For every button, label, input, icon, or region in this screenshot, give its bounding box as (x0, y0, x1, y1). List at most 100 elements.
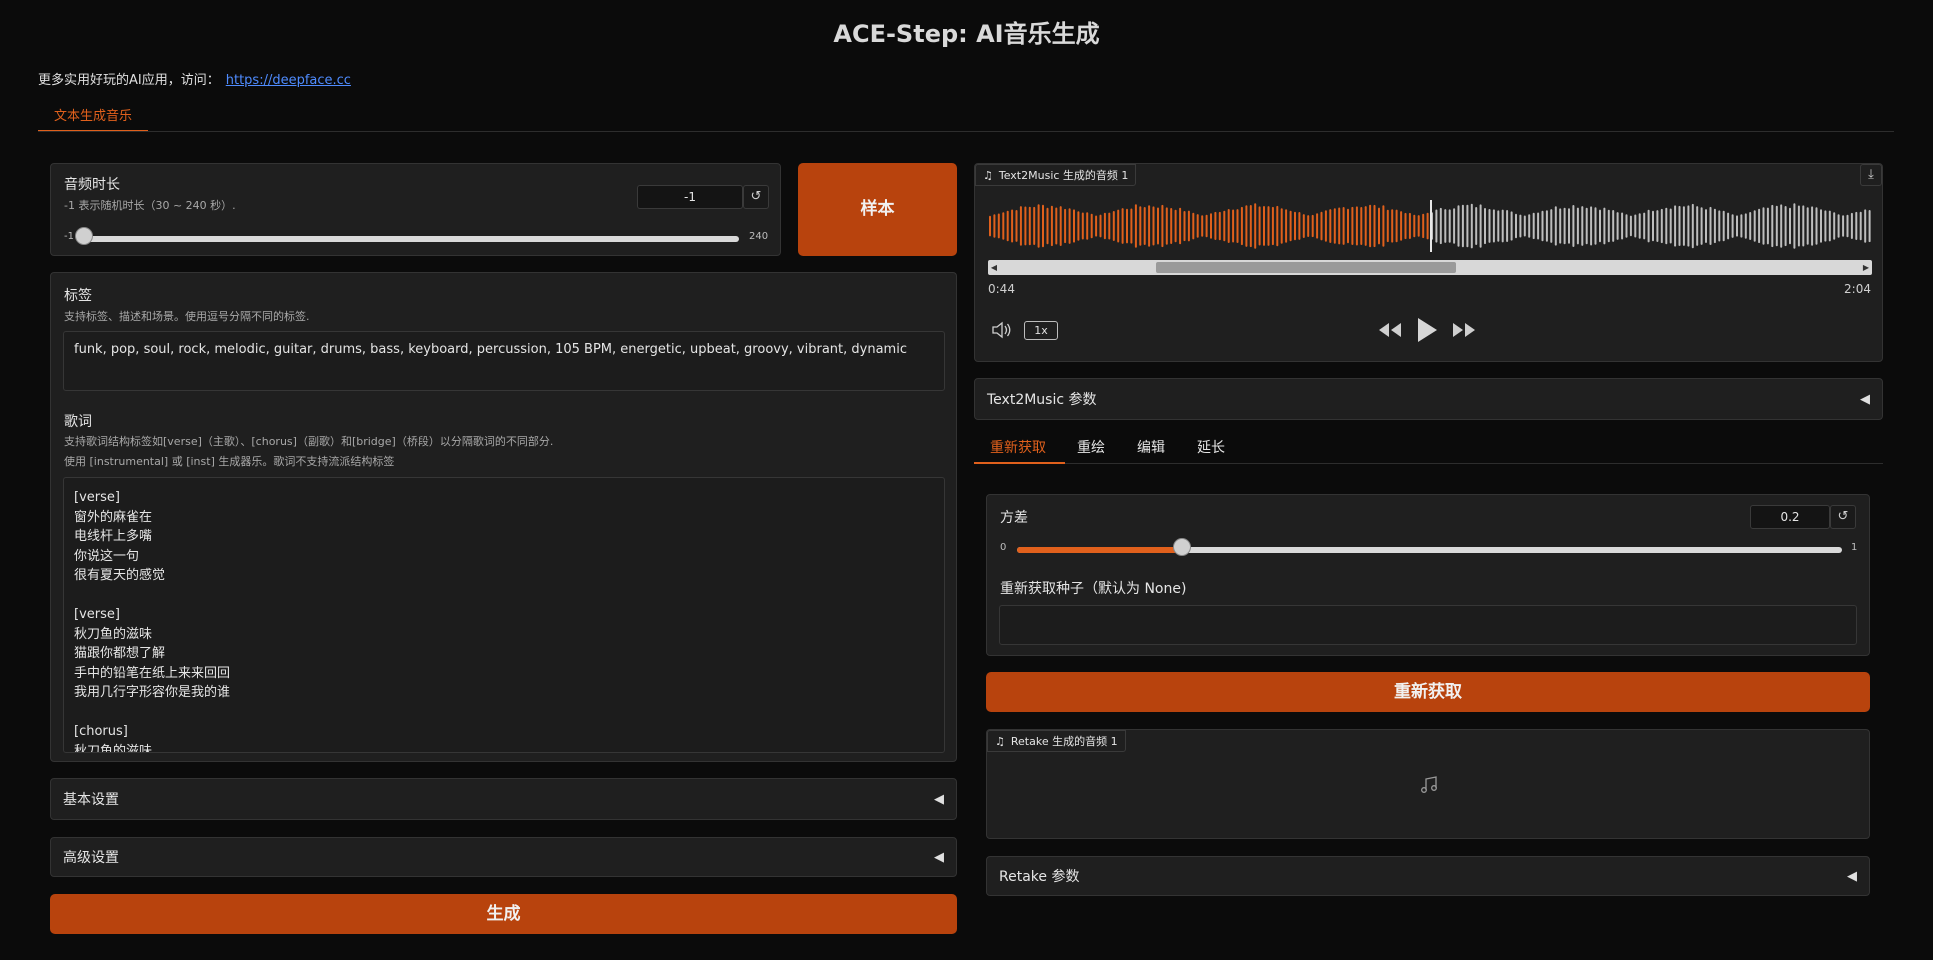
waveform-bar (1422, 213, 1425, 239)
waveform-bar (1656, 210, 1659, 242)
waveform-bar (1585, 207, 1588, 245)
waveform-bar (1170, 208, 1173, 244)
waveform-bar (1360, 207, 1363, 245)
waveform[interactable] (988, 200, 1872, 252)
seed-input[interactable] (999, 605, 1857, 645)
waveform-bar (997, 213, 1000, 239)
tags-input[interactable]: funk, pop, soul, rock, melodic, guitar, … (63, 331, 945, 391)
waveform-bar (1103, 212, 1106, 240)
lyrics-line: 我用几行字形容你是我的谁 (74, 685, 231, 700)
waveform-bar (1395, 209, 1398, 243)
waveform-bar (1320, 211, 1323, 241)
waveform-bar (1426, 212, 1429, 240)
variance-input[interactable]: 0.2 (1750, 505, 1830, 529)
duration-reset-icon[interactable]: ↺ (743, 185, 769, 209)
waveform-bar (1307, 215, 1310, 237)
tab-text2music[interactable]: 文本生成音乐 (38, 104, 149, 132)
download-icon[interactable]: ⤓ (1860, 164, 1882, 186)
waveform-bar (1718, 210, 1721, 242)
waveform-bar (1373, 204, 1376, 248)
waveform-bar (1607, 209, 1610, 243)
waveform-bar (1802, 205, 1805, 247)
waveform-bar (1855, 211, 1858, 240)
waveform-bar (1240, 206, 1243, 246)
duration-slider-thumb[interactable] (75, 227, 93, 245)
variance-reset-icon[interactable]: ↺ (1830, 505, 1856, 529)
scroll-left-icon[interactable]: ◀ (988, 260, 1000, 275)
tags-label: 标签 (64, 288, 92, 304)
waveform-bar (1749, 212, 1752, 240)
waveform-bar (1046, 207, 1049, 245)
waveform-bar (1143, 207, 1146, 245)
duration-input[interactable]: -1 (637, 185, 743, 209)
waveform-bar (1846, 214, 1849, 238)
lyrics-hint-1: 支持歌词结构标签如[verse]（主歌）、[chorus]（副歌）和[bridg… (64, 435, 554, 448)
waveform-bar (1515, 213, 1517, 239)
duration-slider-track[interactable] (84, 236, 739, 242)
waveform-bar (1165, 207, 1168, 245)
scroll-right-icon[interactable]: ▶ (1860, 260, 1872, 275)
waveform-bar (1254, 203, 1257, 249)
volume-icon[interactable] (991, 321, 1013, 339)
waveform-bar (1280, 208, 1283, 244)
play-icon[interactable] (1416, 317, 1438, 343)
lyrics-line (74, 703, 934, 723)
rewind-icon[interactable] (1378, 322, 1402, 338)
waveform-bar (1722, 210, 1725, 242)
waveform-bar (1789, 207, 1791, 245)
waveform-bar (1121, 208, 1124, 244)
waveform-bar (1139, 206, 1142, 246)
waveform-bar (1647, 209, 1650, 243)
seed-label: 重新获取种子（默认为 None) (1000, 581, 1187, 597)
waveform-bar (1042, 204, 1044, 248)
retake-button[interactable]: 重新获取 (986, 672, 1870, 712)
tab-edit[interactable]: 编辑 (1137, 437, 1165, 457)
waveform-bar (1537, 212, 1540, 240)
waveform-bar (1236, 209, 1239, 243)
text2music-params-accordion[interactable]: Text2Music 参数 ◀ (974, 378, 1883, 420)
lyrics-input[interactable]: [verse] 窗外的麻雀在 电线杆上多嘴 你说这一句 很有夏天的感觉 [verse] 秋刀… (63, 477, 945, 753)
tab-repaint[interactable]: 重绘 (1077, 437, 1105, 457)
text2music-params-label: Text2Music 参数 (987, 392, 1097, 408)
promo-link[interactable]: https://deepface.cc (226, 73, 351, 88)
forward-icon[interactable] (1452, 322, 1476, 338)
waveform-bar (1298, 212, 1301, 240)
waveform-bar (1386, 209, 1389, 243)
playhead-cursor[interactable] (1430, 200, 1432, 252)
scroll-thumb[interactable] (1156, 262, 1456, 273)
waveform-bar (1095, 215, 1098, 237)
playback-speed-button[interactable]: 1x (1024, 321, 1058, 340)
collapse-triangle-icon: ◀ (1860, 391, 1870, 407)
waveform-bar (1276, 205, 1279, 247)
sample-button[interactable]: 样本 (798, 163, 957, 256)
advanced-settings-accordion[interactable]: 高级设置 ◀ (50, 837, 957, 877)
waveform-bar (1148, 205, 1151, 247)
waveform-bar (1811, 206, 1814, 246)
waveform-bar (1227, 209, 1230, 243)
duration-panel: 音频时长 -1 表示随机时长（30 ~ 240 秒）. -1 ↺ -1 240 (50, 163, 781, 256)
tab-extend[interactable]: 延长 (1197, 437, 1225, 457)
lyrics-hint-2: 使用 [instrumental] 或 [inst] 生成器乐。歌词不支持流派结… (64, 455, 395, 468)
waveform-bar (1753, 210, 1756, 242)
retake-audio-chip-label: Retake 生成的音频 1 (1010, 735, 1118, 748)
waveform-scrollbar[interactable]: ◀ ▶ (988, 260, 1872, 275)
waveform-bar (1612, 210, 1615, 242)
waveform-bar (1568, 208, 1570, 244)
tab-retake[interactable]: 重新获取 (990, 437, 1046, 457)
tags-lyrics-panel: 标签 支持标签、描述和场景。使用逗号分隔不同的标签. funk, pop, so… (50, 272, 957, 762)
waveform-bar (1638, 213, 1641, 239)
waveform-bar (1713, 208, 1716, 244)
waveform-bar (1019, 206, 1022, 246)
audio-chip: ♫ Text2Music 生成的音频 1 (975, 164, 1137, 186)
promo-line: 更多实用好玩的AI应用，访问： https://deepface.cc (38, 69, 351, 88)
waveform-bar (1073, 209, 1075, 243)
waveform-bar (1590, 206, 1593, 246)
variance-slider-thumb[interactable] (1173, 538, 1191, 556)
retake-params-accordion[interactable]: Retake 参数 ◀ (986, 856, 1870, 896)
music-placeholder-icon (1421, 776, 1437, 793)
waveform-bar (1081, 212, 1084, 240)
generate-button[interactable]: 生成 (50, 894, 957, 934)
waveform-bar (1382, 205, 1385, 247)
waveform-bar (1492, 209, 1495, 243)
basic-settings-accordion[interactable]: 基本设置 ◀ (50, 778, 957, 820)
